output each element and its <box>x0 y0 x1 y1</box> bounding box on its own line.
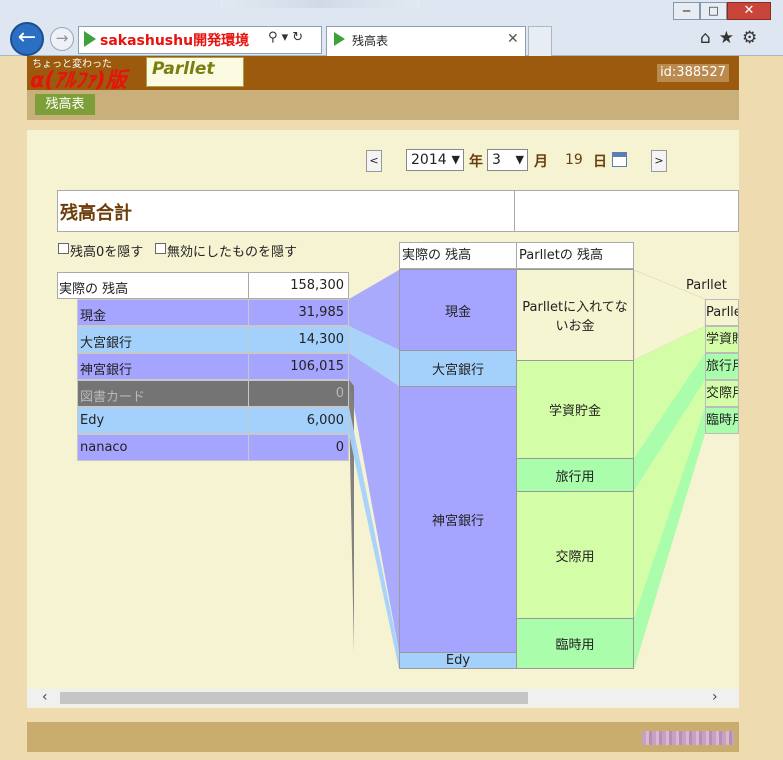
parllet-block-not-in[interactable]: Parlletに入れてないお金 <box>516 269 634 361</box>
parllet2-row[interactable]: 臨時用 <box>705 407 739 434</box>
parllet-column-header: Parlletの 残高 <box>516 242 634 269</box>
scroll-left-icon[interactable]: ‹ <box>42 689 48 705</box>
account-value: 6,000 <box>306 413 344 428</box>
account-name: 神宮銀行 <box>80 363 133 378</box>
account-name: 現金 <box>80 309 107 324</box>
cell-separator <box>248 299 249 326</box>
parllet-block-social[interactable]: 交際用 <box>516 491 634 619</box>
cell-separator <box>248 407 249 434</box>
real-block-jingu[interactable]: 神宮銀行 <box>399 386 517 653</box>
parllet-block-travel[interactable]: 旅行用 <box>516 458 634 492</box>
real-balance-label: 実際の 残高 <box>59 282 129 297</box>
account-name: nanaco <box>80 440 128 455</box>
parllet2-row[interactable]: 旅行用 <box>705 353 739 380</box>
real-block-edy[interactable]: Edy <box>399 652 517 669</box>
account-name: 図書カード <box>80 390 146 405</box>
cell-separator <box>248 326 249 353</box>
cell-separator <box>248 380 249 407</box>
account-value: 14,300 <box>298 332 345 347</box>
scrollbar-thumb[interactable] <box>60 692 528 704</box>
real-balance-total: 158,300 <box>290 278 344 293</box>
real-block-omiya[interactable]: 大宮銀行 <box>399 350 517 387</box>
real-block-cash[interactable]: 現金 <box>399 269 517 351</box>
flow-jingu <box>349 353 399 652</box>
blurred-footer-text <box>642 731 734 745</box>
account-value: 31,985 <box>298 305 345 320</box>
parllet2-column-header: Parlletの <box>686 278 727 293</box>
real-column-header: 実際の 残高 <box>399 242 517 269</box>
header-separator <box>248 272 249 299</box>
account-value: 0 <box>335 440 344 455</box>
parllet2-row[interactable]: 学資貯 <box>705 326 739 353</box>
cell-separator <box>248 434 249 461</box>
parllet-block-school[interactable]: 学資貯金 <box>516 360 634 459</box>
cell-separator <box>248 353 249 380</box>
account-value: 106,015 <box>290 359 344 374</box>
site-footer <box>27 722 739 752</box>
parllet2-row[interactable]: 交際用 <box>705 380 739 407</box>
scroll-right-icon[interactable]: › <box>712 689 718 705</box>
account-name: 大宮銀行 <box>80 336 133 351</box>
parllet2-row[interactable]: Parlle <box>705 299 739 326</box>
account-name: Edy <box>80 413 105 428</box>
account-value: 0 <box>335 386 344 401</box>
parllet-block-temp[interactable]: 臨時用 <box>516 618 634 669</box>
